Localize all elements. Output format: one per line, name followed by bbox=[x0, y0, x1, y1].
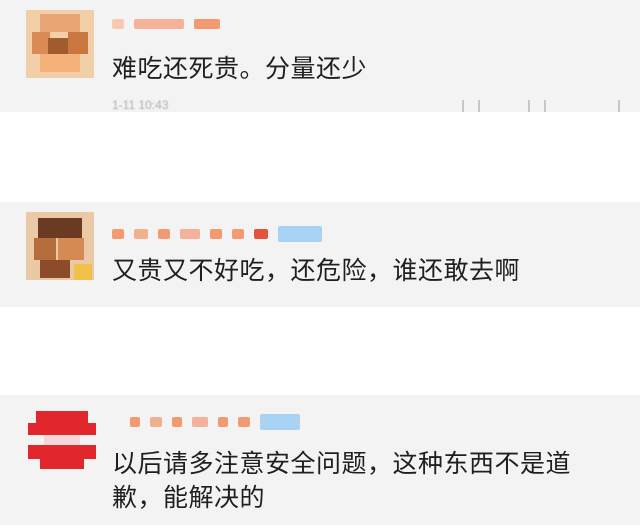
avatar[interactable] bbox=[28, 407, 96, 475]
comment-text: 难吃还死贵。分量还少 bbox=[112, 54, 368, 83]
comment-timestamp: 1-11 10:43 bbox=[112, 98, 169, 112]
avatar[interactable] bbox=[26, 10, 94, 78]
avatar[interactable] bbox=[26, 212, 94, 280]
comment-text: 又贵又不好吃，还危险，谁还敢去啊 bbox=[112, 256, 521, 285]
comment-card-2: 又贵又不好吃，还危险，谁还敢去啊 bbox=[0, 202, 640, 307]
username-blurred[interactable] bbox=[130, 414, 300, 430]
comment-card-3: 以后请多注意安全问题，这种东西不是道歉，能解决的 bbox=[0, 395, 640, 525]
username-blurred[interactable] bbox=[112, 19, 220, 29]
separator bbox=[0, 112, 640, 202]
username-blurred[interactable] bbox=[112, 226, 322, 242]
comment-text: 以后请多注意安全问题，这种东西不是道歉，能解决的 bbox=[112, 449, 572, 512]
separator bbox=[0, 307, 640, 395]
comment-card-1: 难吃还死贵。分量还少 1-11 10:43 bbox=[0, 0, 640, 114]
